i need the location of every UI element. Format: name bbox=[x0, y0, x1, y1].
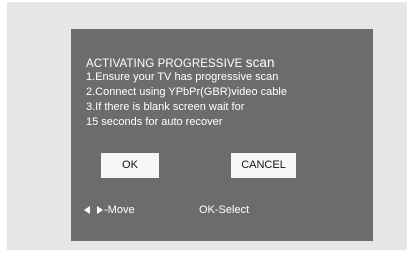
dialog-title-main: ACTIVATING PROGRESSIVE bbox=[86, 58, 243, 70]
dialog-title: ACTIVATING PROGRESSIVE scan bbox=[86, 55, 275, 70]
progressive-scan-dialog: ACTIVATING PROGRESSIVE scan 1.Ensure you… bbox=[71, 29, 373, 241]
ok-button[interactable]: OK bbox=[101, 153, 159, 178]
screen-backdrop: ACTIVATING PROGRESSIVE scan 1.Ensure you… bbox=[7, 2, 407, 250]
select-hint: OK-Select bbox=[199, 204, 250, 216]
dialog-title-scan: scan bbox=[245, 55, 275, 70]
move-hint-label: -Move bbox=[104, 204, 135, 216]
instruction-list: 1.Ensure your TV has progressive scan 2.… bbox=[86, 70, 287, 130]
cancel-button[interactable]: CANCEL bbox=[231, 153, 296, 178]
instruction-line: 15 seconds for auto recover bbox=[86, 116, 223, 128]
instruction-line: 1.Ensure your TV has progressive scan bbox=[86, 71, 279, 83]
left-arrow-icon bbox=[84, 206, 90, 214]
move-hint: -Move bbox=[84, 204, 135, 216]
instruction-line: 3.If there is blank screen wait for bbox=[86, 101, 245, 113]
right-arrow-icon bbox=[97, 206, 103, 214]
instruction-line: 2.Connect using YPbPr(GBR)video cable bbox=[86, 86, 287, 98]
